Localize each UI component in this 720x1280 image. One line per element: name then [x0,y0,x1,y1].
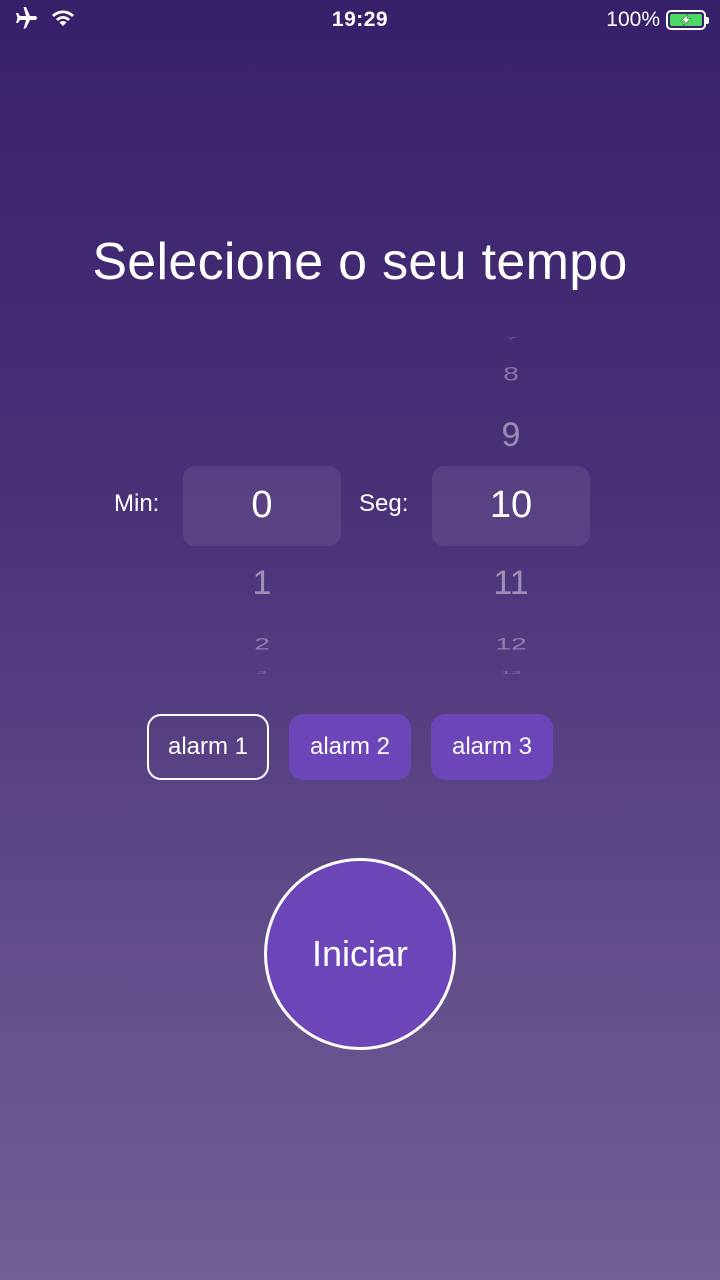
start-button[interactable]: Iniciar [264,858,456,1050]
seconds-option[interactable]: 13 [432,670,590,675]
seconds-option[interactable]: 11 [432,564,590,603]
alarm-3-button[interactable]: alarm 3 [431,714,553,780]
minutes-label: Min: [114,490,160,517]
minutes-selected-value[interactable]: 0 [183,484,341,527]
seconds-option[interactable]: 9 [432,416,590,455]
minutes-picker[interactable]: 0 1 2 3 [183,336,341,676]
minutes-option[interactable]: 1 [183,564,341,603]
minutes-option[interactable]: 3 [183,670,341,675]
battery-charging-icon [666,10,709,30]
alarm-1-button[interactable]: alarm 1 [147,714,269,780]
alarm-2-button[interactable]: alarm 2 [289,714,411,780]
seconds-option[interactable]: 12 [432,634,590,653]
seconds-picker[interactable]: 7 8 9 10 11 12 13 [432,336,590,676]
seconds-label: Seg: [359,490,409,517]
seconds-selected-value[interactable]: 10 [432,484,590,527]
seconds-option[interactable]: 8 [432,363,590,385]
seconds-option[interactable]: 7 [432,336,590,341]
status-time: 19:29 [331,8,389,31]
minutes-option[interactable]: 2 [183,634,341,653]
status-bar: 19:29 100% [0,0,720,40]
page-title: Selecione o seu tempo [92,233,628,291]
